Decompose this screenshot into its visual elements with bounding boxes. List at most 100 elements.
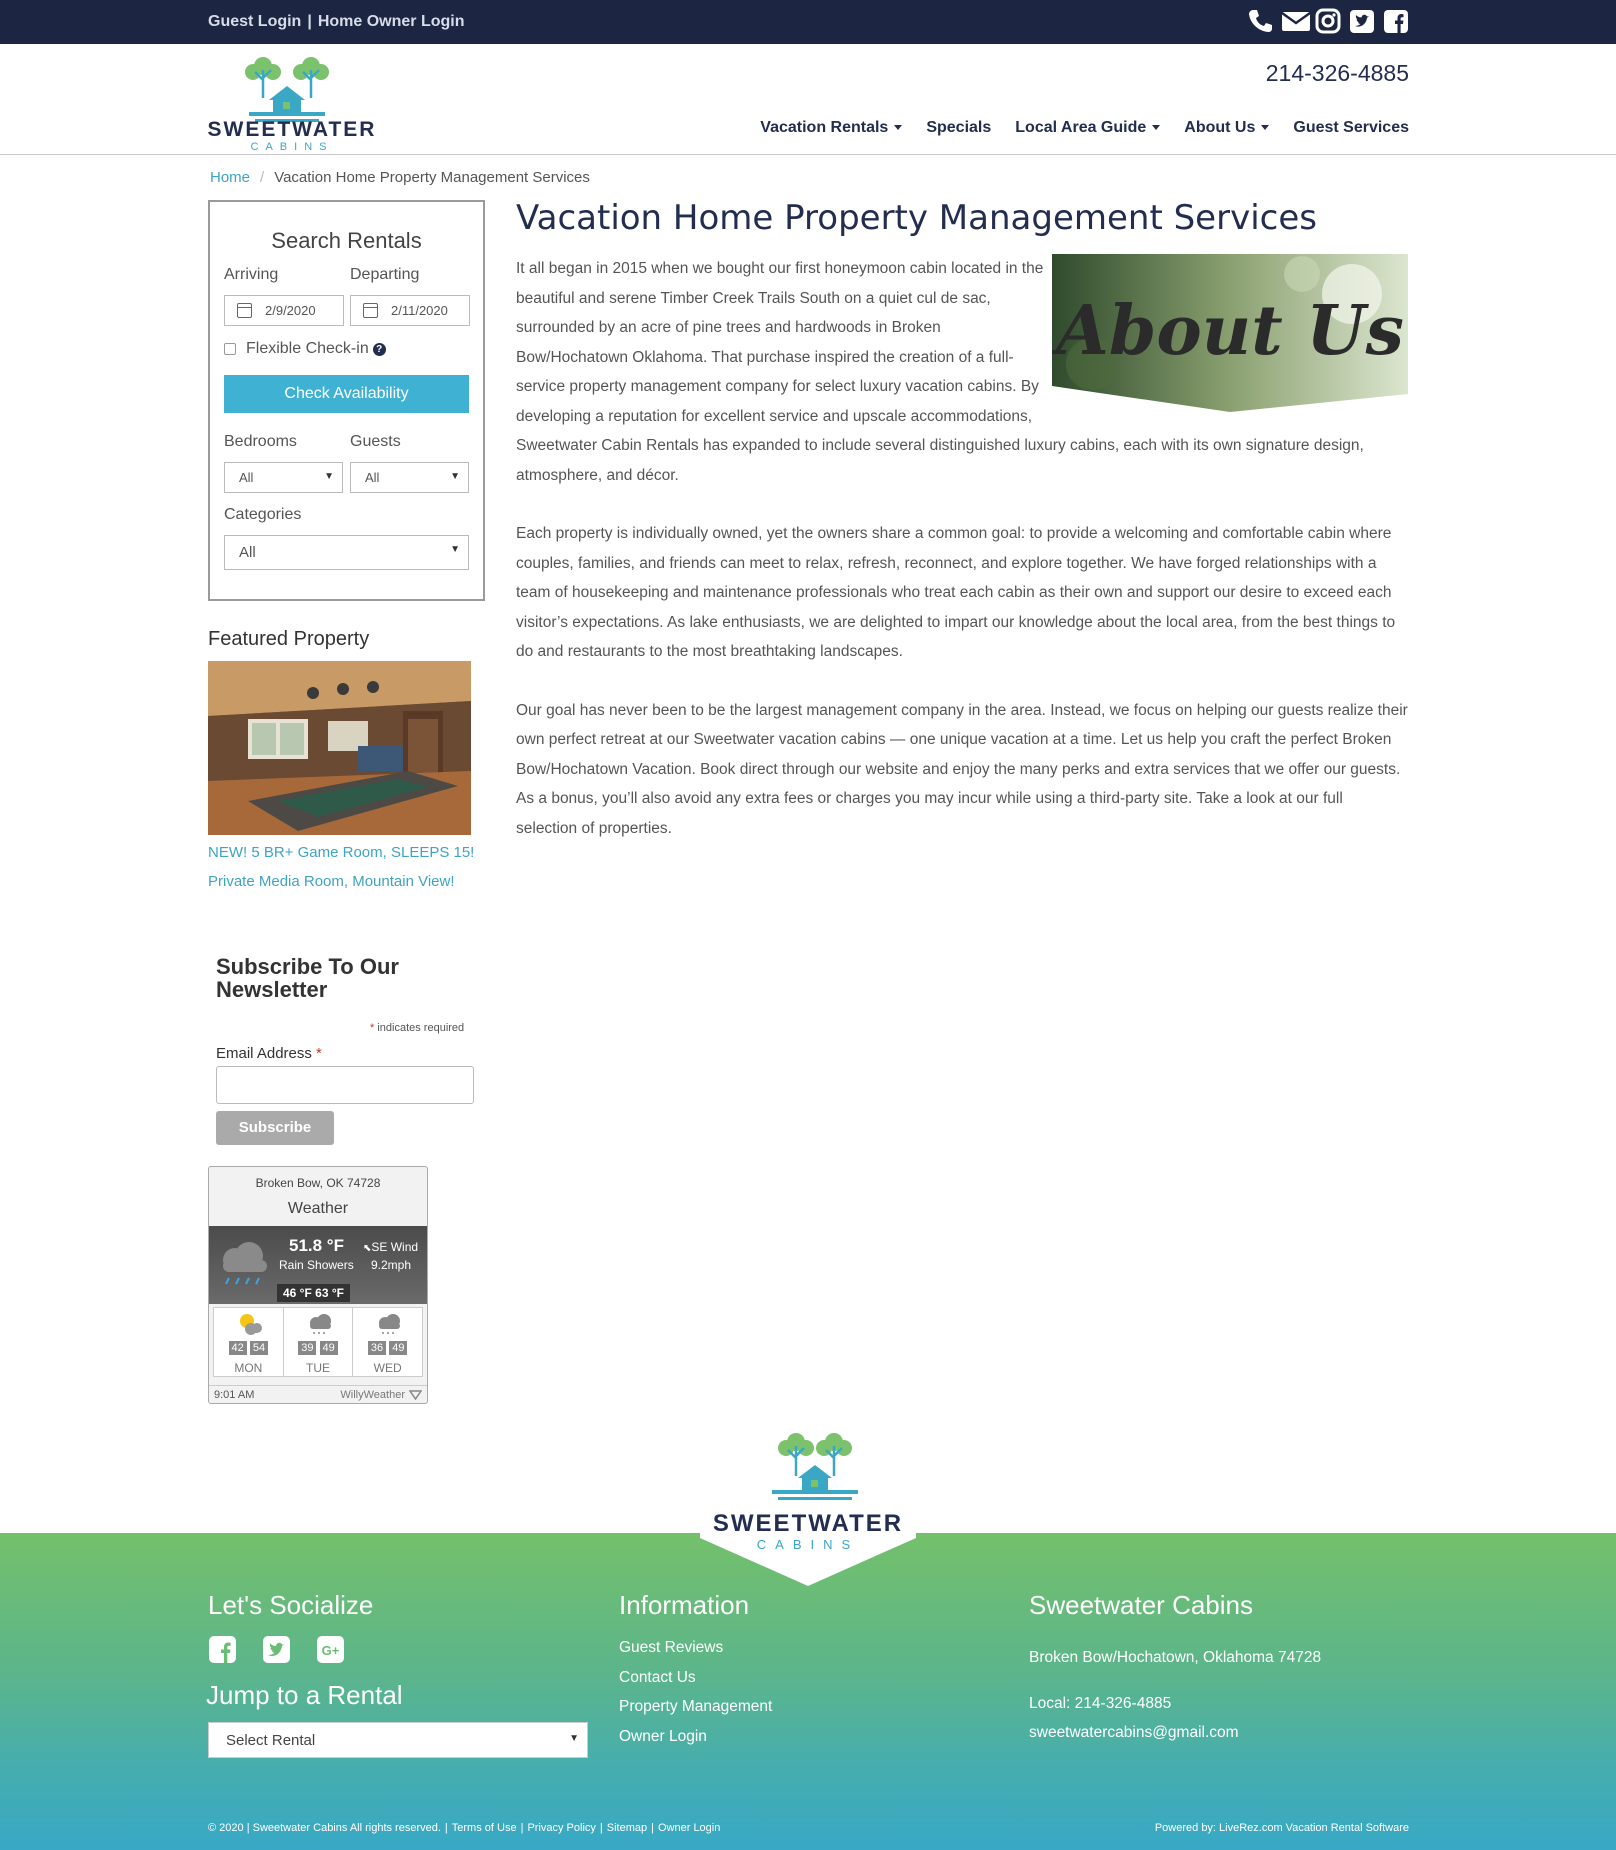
breadcrumb-separator: / (260, 169, 265, 186)
categories-label: Categories (224, 506, 302, 523)
weather-widget[interactable]: Broken Bow, OK 74728 Weather 51.8 °F Rai… (208, 1166, 428, 1404)
email-icon[interactable] (1281, 7, 1311, 35)
categories-select[interactable]: All ▼ (224, 535, 469, 570)
forecast-lo-hi: 42 54 (214, 1341, 283, 1355)
login-links: Guest Login | Home Owner Login (208, 13, 464, 31)
featured-property-title: Featured Property (208, 628, 370, 650)
separator: | (520, 1822, 524, 1834)
forecast-high: 54 (249, 1341, 269, 1355)
sweetwater-logo[interactable]: SWEETWATER CABINS (207, 48, 377, 154)
top-bar: Guest Login | Home Owner Login (0, 0, 1616, 44)
sitemap-link[interactable]: Sitemap (607, 1822, 647, 1834)
guests-select[interactable]: All ▼ (350, 462, 469, 493)
jump-to-rental-title: Jump to a Rental (206, 1680, 403, 1710)
nav-vacation-rentals[interactable]: Vacation Rentals (760, 119, 903, 137)
featured-property-link[interactable]: NEW! 5 BR+ Game Room, SLEEPS 15! Private… (208, 838, 488, 896)
nav-specials-label: Specials (926, 119, 992, 136)
current-condition: Rain Showers (279, 1258, 354, 1272)
newsletter-title: Subscribe To Our Newsletter (216, 954, 399, 1002)
weather-footer: 9:01 AM WillyWeather (209, 1385, 427, 1403)
home-owner-login-link[interactable]: Home Owner Login (318, 13, 465, 30)
breadcrumb-current: Vacation Home Property Management Servic… (274, 169, 590, 186)
forecast-day-name: TUE (306, 1361, 330, 1375)
nav-about-us[interactable]: About Us (1184, 119, 1270, 137)
flexible-checkin-checkbox[interactable] (224, 343, 236, 355)
twitter-icon[interactable] (262, 1635, 291, 1664)
content-paragraph-3: Our goal has never been to be the larges… (516, 701, 1408, 837)
search-rentals-title: Search Rentals (271, 228, 422, 253)
arriving-date-input[interactable]: 2/9/2020 (224, 295, 344, 326)
phone-icon[interactable] (1247, 7, 1273, 35)
sweetwater-cabins-title: Sweetwater Cabins (1029, 1590, 1253, 1620)
svg-text:G+: G+ (322, 1643, 340, 1658)
footer-owner-login-link[interactable]: Owner Login (658, 1822, 720, 1834)
guests-select-value: All (365, 470, 380, 485)
weather-brand[interactable]: WillyWeather (340, 1389, 405, 1401)
content-paragraph-2: Each property is individually owned, yet… (516, 525, 1396, 660)
breadcrumb: Home / Vacation Home Property Management S… (210, 169, 590, 186)
guest-reviews-link[interactable]: Guest Reviews (619, 1633, 772, 1663)
breadcrumb-home-link[interactable]: Home (210, 169, 250, 186)
forecast-day-name: WED (373, 1361, 402, 1375)
subscribe-button[interactable]: Subscribe (216, 1111, 334, 1145)
nav-specials[interactable]: Specials (926, 119, 991, 137)
property-management-link[interactable]: Property Management (619, 1692, 772, 1722)
forecast-day: 36 49 WED (353, 1308, 422, 1376)
lets-socialize-title: Let's Socialize (208, 1590, 374, 1620)
nav-guest-services-label: Guest Services (1293, 119, 1409, 136)
footer-local-phone[interactable]: Local: 214-326-4885 (1029, 1695, 1171, 1713)
featured-property-image[interactable] (208, 661, 471, 835)
about-us-image-text: About Us (1052, 291, 1404, 371)
wind-speed: 9.2mph (371, 1258, 412, 1272)
nav-guest-services[interactable]: Guest Services (1293, 119, 1409, 137)
forecast-low: 39 (298, 1341, 317, 1355)
forecast-lo-hi: 36 49 (353, 1341, 422, 1355)
forecast-day: 39 49 TUE (284, 1308, 354, 1376)
newsletter-email-input[interactable] (216, 1066, 474, 1104)
nav-about-us-label: About Us (1184, 119, 1256, 136)
guest-login-link[interactable]: Guest Login (208, 13, 301, 30)
calendar-icon (237, 303, 252, 318)
caret-down-icon (1261, 125, 1270, 131)
select-rental-value: Select Rental (226, 1732, 316, 1749)
categories-select-value: All (239, 544, 256, 561)
terms-of-use-link[interactable]: Terms of Use (452, 1822, 517, 1834)
bedrooms-select[interactable]: All ▼ (224, 462, 343, 493)
privacy-policy-link[interactable]: Privacy Policy (527, 1822, 595, 1834)
powered-by[interactable]: Powered by: LiveRez.com Vacation Rental … (1155, 1822, 1409, 1834)
main-content: About Us It all began in 2015 when we bo… (516, 254, 1408, 872)
site-header: SWEETWATER CABINS 214-326-4885 Vacation … (0, 44, 1616, 155)
forecast-low: 42 (228, 1341, 247, 1355)
sun-cloud-icon (236, 1310, 264, 1343)
check-availability-button[interactable]: Check Availability (224, 375, 469, 413)
footer-email[interactable]: sweetwatercabins@gmail.com (1029, 1724, 1239, 1742)
owner-login-link[interactable]: Owner Login (619, 1722, 772, 1752)
nav-local-area-guide[interactable]: Local Area Guide (1015, 119, 1161, 137)
weather-current: 51.8 °F Rain Showers ⬉SE Wind 9.2mph 46 … (209, 1226, 427, 1304)
instagram-icon[interactable] (1315, 7, 1341, 35)
twitter-icon[interactable] (1349, 7, 1375, 35)
nav-local-area-guide-label: Local Area Guide (1015, 119, 1147, 136)
min-max-temperature: 46 °F 63 °F (277, 1284, 350, 1302)
separator: | (599, 1822, 603, 1834)
email-address-label-text: Email Address (216, 1045, 317, 1062)
header-phone[interactable]: 214-326-4885 (1266, 60, 1409, 87)
facebook-icon[interactable] (1383, 7, 1409, 35)
separator: | (444, 1822, 448, 1834)
arriving-label: Arriving (224, 266, 279, 283)
copyright-text: © 2020 | Sweetwater Cabins All rights re… (208, 1822, 441, 1834)
departing-date-input[interactable]: 2/11/2020 (350, 295, 470, 326)
forecast-lo-hi: 39 49 (284, 1341, 353, 1355)
google-plus-icon[interactable]: G+ (316, 1635, 345, 1664)
dropdown-arrow-icon: ▼ (450, 471, 460, 482)
footer-logo[interactable]: SWEETWATER CABINS (700, 1428, 916, 1586)
dropdown-arrow-icon: ▼ (324, 471, 334, 482)
facebook-icon[interactable] (208, 1635, 237, 1664)
contact-us-link[interactable]: Contact Us (619, 1663, 772, 1693)
select-rental-dropdown[interactable]: Select Rental ▼ (208, 1722, 588, 1758)
footer-social-icons: G+ (208, 1635, 345, 1664)
dropdown-arrow-icon: ▼ (569, 1733, 579, 1744)
about-us-image: About Us (1050, 254, 1408, 412)
help-icon[interactable]: ? (372, 342, 386, 356)
logo-text: SWEETWATER (208, 118, 377, 141)
